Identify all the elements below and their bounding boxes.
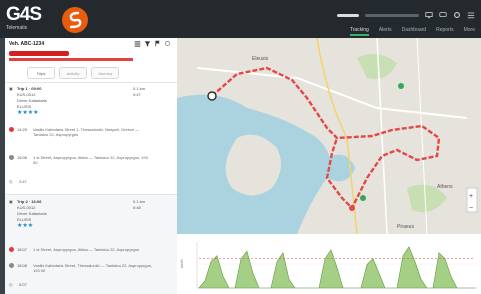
monitor-icon[interactable] bbox=[425, 11, 433, 19]
event-time: 18:08 bbox=[17, 263, 28, 268]
speed-area bbox=[198, 246, 475, 289]
nav-dashboard[interactable]: Dashboard bbox=[402, 27, 426, 36]
trip-total: 2:47 bbox=[19, 179, 27, 184]
event-address: Vasilis Kafantaris Street, Thessaloniki … bbox=[33, 263, 152, 273]
g4s-logo: G4S Telematix bbox=[6, 5, 48, 35]
flag-icon[interactable] bbox=[154, 40, 161, 47]
tab-trips[interactable]: Trips bbox=[27, 67, 55, 79]
logo-sub: Telematix bbox=[6, 25, 28, 31]
start-dot bbox=[9, 127, 14, 133]
panel-title: Veh. ABC-1234 bbox=[9, 41, 45, 47]
panel-tools bbox=[134, 40, 171, 47]
timeline-bar[interactable] bbox=[9, 58, 133, 61]
start-marker bbox=[207, 91, 217, 101]
map-view[interactable]: Eleusis Athens Piraeus + − bbox=[177, 38, 481, 234]
trip-line2: KUS-0012 bbox=[17, 205, 36, 210]
rating-stars: ★★★ bbox=[17, 223, 34, 229]
trip-title: Trip 2 · 16:06 bbox=[17, 199, 42, 204]
main-nav: Tracking Alerts Dashboard Reports More bbox=[349, 27, 475, 36]
end-dot bbox=[9, 263, 14, 269]
distance-value: 0.1 km bbox=[133, 86, 146, 91]
refresh-icon[interactable] bbox=[164, 40, 171, 47]
top-bar: G4S Telematix Tracking Alerts Dashboard … bbox=[0, 0, 481, 38]
end-marker bbox=[349, 205, 355, 211]
nav-alerts[interactable]: Alerts bbox=[379, 27, 392, 36]
menu-icon[interactable] bbox=[467, 11, 475, 19]
map-label: Piraeus bbox=[397, 224, 414, 230]
map-canvas[interactable]: Eleusis Athens Piraeus + − bbox=[177, 38, 481, 234]
clock-icon: ◷ bbox=[9, 282, 13, 287]
panel-header: Veh. ABC-1234 bbox=[5, 38, 177, 50]
trip-driver: Driver Kafantaris bbox=[17, 211, 47, 216]
poi-marker bbox=[360, 195, 366, 201]
list-icon[interactable] bbox=[134, 40, 141, 47]
zoom-in-icon: + bbox=[469, 193, 473, 200]
tab-journey[interactable]: Journey bbox=[91, 67, 119, 79]
user-name-bar[interactable] bbox=[337, 13, 359, 17]
event-address: 1 st Street, Aspropyrgos, Attica — Tanta… bbox=[33, 155, 148, 165]
event-address: Vasilis Kafantaris Street 1, Thessalonik… bbox=[33, 127, 140, 137]
clock-icon: ◷ bbox=[9, 179, 13, 184]
duration-value: 0:47 bbox=[133, 92, 141, 97]
trip-driver: Driver Kafantaris bbox=[17, 98, 47, 103]
start-dot bbox=[9, 247, 14, 253]
filter-icon[interactable] bbox=[144, 40, 151, 47]
speed-chart: km/h bbox=[177, 234, 481, 294]
event-time: 14:29 bbox=[17, 127, 28, 132]
logo-text: G4S bbox=[6, 4, 42, 25]
trips-panel: Veh. ABC-1234 Trips Activity Journey ▣ T… bbox=[5, 38, 177, 294]
trip-card[interactable]: ▣ Trip 2 · 16:06 KUS-0012 Driver Kafanta… bbox=[5, 194, 177, 294]
event-address: 1 st Street, Aspropyrgos, Attica — Tanta… bbox=[33, 247, 139, 252]
end-dot bbox=[9, 155, 14, 161]
chat-icon[interactable] bbox=[439, 11, 447, 19]
event-time: 18:07 bbox=[17, 247, 28, 252]
map-label: Eleusis bbox=[252, 56, 269, 62]
vehicle-icon: ▣ bbox=[9, 199, 13, 204]
y-axis-label: km/h bbox=[179, 259, 184, 268]
trip-line2: KUS-0012 bbox=[17, 92, 36, 97]
app-brand-icon bbox=[62, 7, 88, 33]
distance-value: 0.1 km bbox=[133, 199, 146, 204]
account-info-bar bbox=[365, 13, 419, 17]
vehicle-icon: ▣ bbox=[9, 86, 13, 91]
speed-chart-canvas: km/h bbox=[179, 242, 477, 289]
trip-card[interactable]: ▣ Trip 1 · 09:00 KUS-0012 Driver Kafanta… bbox=[5, 82, 177, 195]
gear-icon[interactable] bbox=[453, 11, 461, 19]
date-range-bar[interactable] bbox=[9, 51, 69, 56]
nav-tracking[interactable]: Tracking bbox=[349, 27, 369, 36]
rating-stars: ★★★★ bbox=[17, 110, 39, 116]
map-label: Athens bbox=[437, 184, 453, 190]
nav-reports[interactable]: Reports bbox=[436, 27, 454, 36]
nav-more[interactable]: More bbox=[464, 27, 475, 36]
duration-value: 0:48 bbox=[133, 205, 141, 210]
trip-total: 0:07 bbox=[19, 282, 27, 287]
event-time: 16:06 bbox=[17, 155, 28, 160]
top-right-tools bbox=[337, 9, 475, 21]
zoom-out-icon: − bbox=[469, 205, 473, 212]
tab-activity[interactable]: Activity bbox=[59, 67, 87, 79]
panel-tabs: Trips Activity Journey bbox=[27, 67, 119, 79]
trip-title: Trip 1 · 09:00 bbox=[17, 86, 42, 91]
poi-marker bbox=[398, 83, 404, 89]
